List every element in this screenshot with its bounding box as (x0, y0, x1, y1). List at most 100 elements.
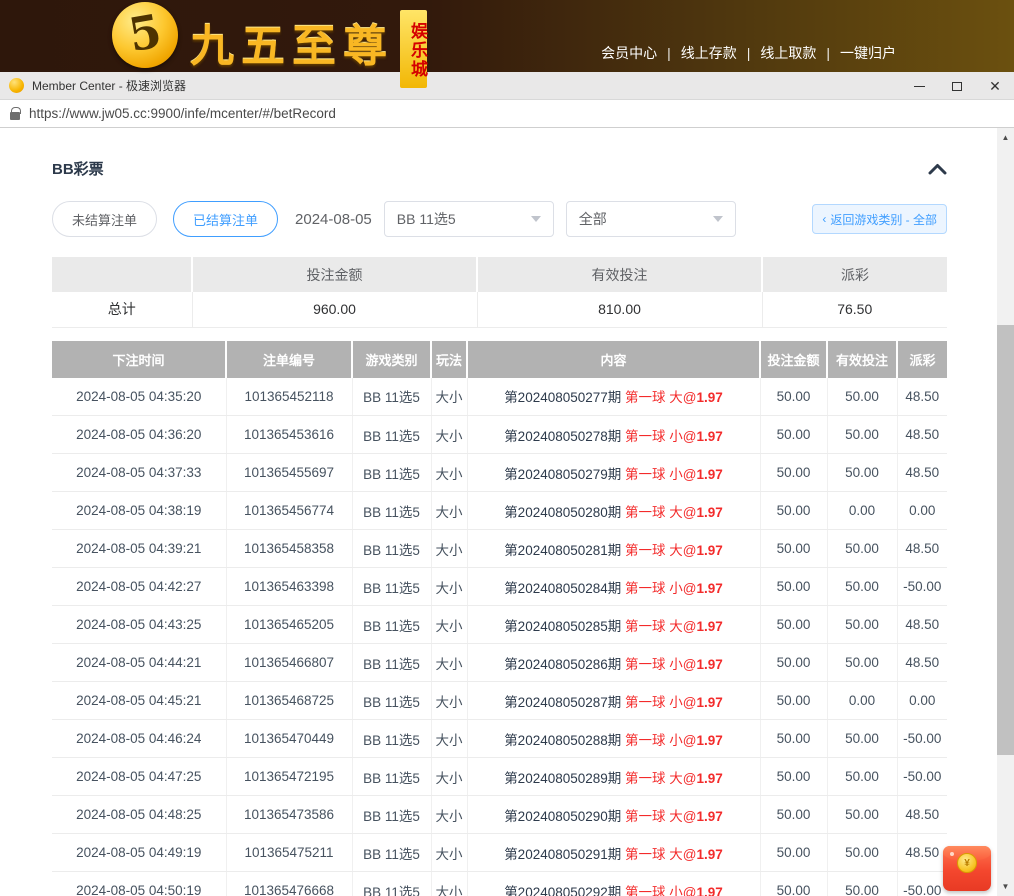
panel-title: BB彩票 (52, 158, 104, 179)
bet-pick: 第一球 小@ (625, 581, 696, 596)
maximize-button[interactable] (938, 72, 976, 100)
banner-nav-link[interactable]: 线上存款 (681, 45, 737, 61)
cell-payout: -50.00 (897, 872, 947, 896)
bet-pick: 第一球 小@ (625, 885, 696, 896)
cell-payout: 48.50 (897, 834, 947, 872)
table-row: 2024-08-05 04:39:21101365458358BB 11选5大小… (52, 530, 947, 568)
bet-pick: 第一球 大@ (625, 771, 696, 786)
cell-content: 第202408050277期 第一球 大@1.97 (467, 378, 760, 416)
window-controls: ✕ (900, 72, 1014, 100)
table-row: 2024-08-05 04:36:20101365453616BB 11选5大小… (52, 416, 947, 454)
summary-bet-amount: 960.00 (192, 292, 477, 327)
bet-pick: 第一球 小@ (625, 733, 696, 748)
sparkle-icon (950, 852, 954, 856)
chevron-down-icon (531, 216, 541, 222)
maximize-icon (952, 82, 962, 91)
nav-separator: | (747, 45, 751, 61)
cell-valid-bet: 50.00 (827, 834, 897, 872)
summary-total-label: 总计 (52, 292, 192, 327)
url-text[interactable]: https://www.jw05.cc:9900/infe/mcenter/#/… (29, 106, 336, 121)
cell-order-id: 101365458358 (226, 530, 352, 568)
cell-payout: 48.50 (897, 606, 947, 644)
play-select[interactable]: 全部 (566, 201, 736, 237)
scrollbar-thumb[interactable] (997, 325, 1014, 755)
bet-record-panel: BB彩票 未结算注单 已结算注单 2024-08-05 BB 11选5 全部 (0, 128, 947, 896)
back-to-category-button[interactable]: ‹ 返回游戏类别 - 全部 (812, 204, 947, 234)
minimize-button[interactable] (900, 72, 938, 100)
column-header: 注单编号 (226, 341, 352, 378)
cell-bet-time: 2024-08-05 04:49:19 (52, 834, 226, 872)
vertical-scrollbar[interactable]: ▲ ▼ (997, 128, 1014, 896)
cell-game-category: BB 11选5 (352, 568, 431, 606)
settled-tab-button[interactable]: 已结算注单 (173, 201, 278, 237)
filter-bar: 未结算注单 已结算注单 2024-08-05 BB 11选5 全部 ‹ 返回游戏… (52, 201, 947, 237)
cell-valid-bet: 50.00 (827, 720, 897, 758)
draw-period: 第202408050286期 (504, 657, 625, 672)
logo-coin-icon: 5 (112, 2, 178, 68)
table-row: 2024-08-05 04:37:33101365455697BB 11选5大小… (52, 454, 947, 492)
bet-pick: 第一球 小@ (625, 657, 696, 672)
cell-order-id: 101365473586 (226, 796, 352, 834)
cell-bet-time: 2024-08-05 04:37:33 (52, 454, 226, 492)
date-value[interactable]: 2024-08-05 (295, 211, 372, 228)
banner-nav-link[interactable]: 一键归户 (840, 45, 896, 61)
cell-play-type: 大小 (431, 416, 467, 454)
cell-valid-bet: 0.00 (827, 492, 897, 530)
bet-odds: 1.97 (697, 885, 723, 896)
cell-payout: 0.00 (897, 492, 947, 530)
bet-pick: 第一球 小@ (625, 429, 696, 444)
cell-valid-bet: 50.00 (827, 872, 897, 896)
game-select[interactable]: BB 11选5 (384, 201, 554, 237)
cell-valid-bet: 0.00 (827, 682, 897, 720)
draw-period: 第202408050284期 (504, 581, 625, 596)
cell-game-category: BB 11选5 (352, 416, 431, 454)
cell-game-category: BB 11选5 (352, 378, 431, 416)
cell-content: 第202408050289期 第一球 大@1.97 (467, 758, 760, 796)
cell-valid-bet: 50.00 (827, 416, 897, 454)
bet-pick: 第一球 大@ (625, 543, 696, 558)
back-arrow-icon: ‹ (822, 212, 826, 226)
cell-order-id: 101365455697 (226, 454, 352, 492)
table-row: 2024-08-05 04:49:19101365475211BB 11选5大小… (52, 834, 947, 872)
cell-order-id: 101365452118 (226, 378, 352, 416)
cell-content: 第202408050290期 第一球 大@1.97 (467, 796, 760, 834)
draw-period: 第202408050279期 (504, 467, 625, 482)
cell-bet-time: 2024-08-05 04:38:19 (52, 492, 226, 530)
cell-bet-amount: 50.00 (760, 644, 827, 682)
table-row: 2024-08-05 04:38:19101365456774BB 11选5大小… (52, 492, 947, 530)
cell-content: 第202408050292期 第一球 小@1.97 (467, 872, 760, 896)
summary-header-row: 投注金额 有效投注 派彩 (52, 257, 947, 292)
bet-table-header-row: 下注时间注单编号游戏类别玩法内容投注金额有效投注派彩 (52, 341, 947, 378)
cell-play-type: 大小 (431, 872, 467, 896)
nav-separator: | (826, 45, 830, 61)
banner-nav-link[interactable]: 线上取款 (760, 45, 816, 61)
bet-odds: 1.97 (697, 847, 723, 862)
cell-game-category: BB 11选5 (352, 682, 431, 720)
bet-pick: 第一球 大@ (625, 809, 696, 824)
summary-payout: 76.50 (762, 292, 947, 327)
cell-play-type: 大小 (431, 682, 467, 720)
cell-play-type: 大小 (431, 834, 467, 872)
scroll-up-icon[interactable]: ▲ (997, 129, 1014, 146)
collapse-section-button[interactable] (928, 163, 947, 175)
summary-header-bet-amount: 投注金额 (192, 257, 477, 292)
cell-payout: -50.00 (897, 720, 947, 758)
unsettled-tab-button[interactable]: 未结算注单 (52, 201, 157, 237)
cell-bet-amount: 50.00 (760, 416, 827, 454)
banner-nav-link[interactable]: 会员中心 (601, 45, 657, 61)
cell-payout: 48.50 (897, 416, 947, 454)
logo-title: 九五至尊 (190, 10, 394, 74)
cell-bet-amount: 50.00 (760, 720, 827, 758)
scroll-down-icon[interactable]: ▼ (997, 878, 1014, 895)
cell-bet-amount: 50.00 (760, 530, 827, 568)
cell-game-category: BB 11选5 (352, 606, 431, 644)
cell-bet-amount: 50.00 (760, 834, 827, 872)
logo-five-glyph: 5 (125, 8, 165, 59)
red-envelope-widget[interactable]: ¥ (943, 846, 991, 891)
cell-order-id: 101365456774 (226, 492, 352, 530)
cell-order-id: 101365472195 (226, 758, 352, 796)
bet-odds: 1.97 (697, 619, 723, 634)
close-button[interactable]: ✕ (976, 72, 1014, 100)
table-row: 2024-08-05 04:46:24101365470449BB 11选5大小… (52, 720, 947, 758)
cell-valid-bet: 50.00 (827, 378, 897, 416)
